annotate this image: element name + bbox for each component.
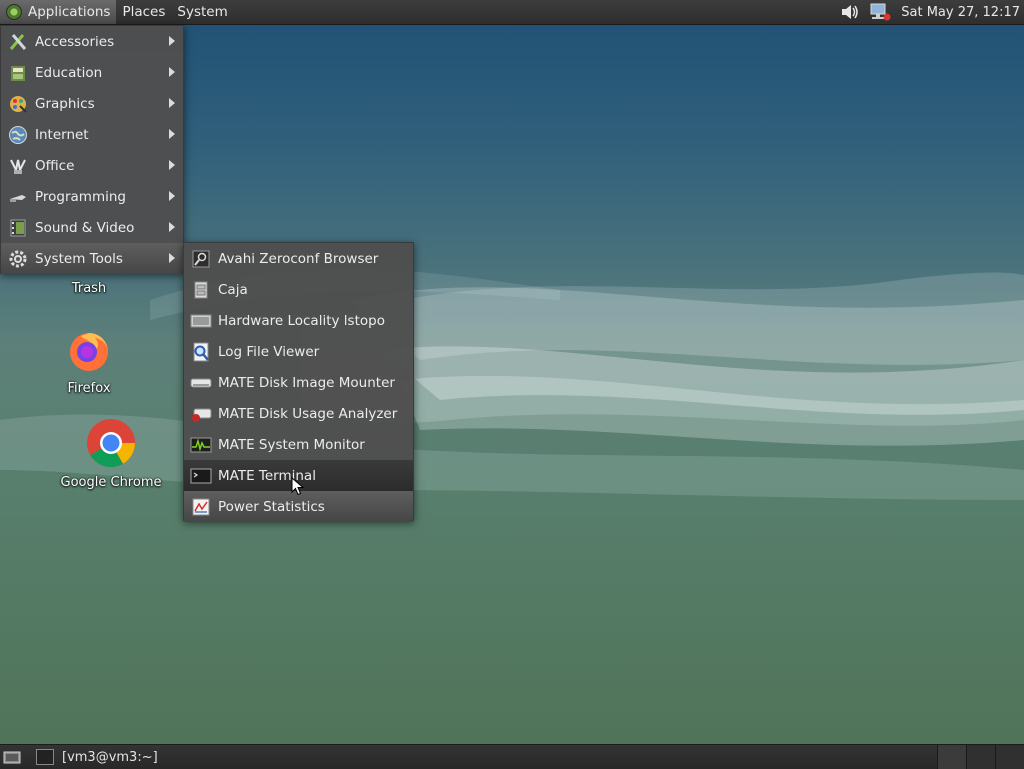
sound-video-icon: [7, 217, 29, 239]
submenu-arrow-icon: [169, 160, 175, 170]
applications-menu-button[interactable]: Applications: [0, 0, 117, 24]
menu-item-programming[interactable]: Programming: [1, 181, 183, 212]
menu-item-label: Power Statistics: [218, 498, 325, 515]
menu-item-label: Programming: [35, 188, 126, 205]
applications-menu: Accessories Education Graphics Internet …: [0, 25, 184, 274]
menu-item-label: Hardware Locality lstopo: [218, 312, 385, 329]
submenu-arrow-icon: [169, 253, 175, 263]
menu-item-graphics[interactable]: Graphics: [1, 88, 183, 119]
menu-item-label: MATE System Monitor: [218, 436, 365, 453]
menu-item-sound-video[interactable]: Sound & Video: [1, 212, 183, 243]
submenu-arrow-icon: [169, 36, 175, 46]
menu-item-label: Graphics: [35, 95, 95, 112]
bottom-panel: [vm3@vm3:~]: [0, 744, 1024, 769]
accessories-icon: [7, 31, 29, 53]
menu-item-label: Caja: [218, 281, 248, 298]
mate-logo-icon: [6, 4, 22, 20]
system-tools-icon: [7, 248, 29, 270]
google-chrome-label: Google Chrome: [60, 475, 162, 490]
menu-item-log-file-viewer[interactable]: Log File Viewer: [184, 336, 413, 367]
show-desktop-icon[interactable]: [2, 748, 22, 766]
menu-item-mate-disk-usage-analyzer[interactable]: MATE Disk Usage Analyzer: [184, 398, 413, 429]
menu-item-label: System Tools: [35, 250, 123, 267]
menu-item-label: Avahi Zeroconf Browser: [218, 250, 379, 267]
chrome-icon: [87, 419, 136, 468]
power-statistics-icon: [190, 496, 212, 518]
submenu-arrow-icon: [169, 191, 175, 201]
desktop-icon-google-chrome[interactable]: Google Chrome: [56, 418, 166, 490]
menu-item-system-tools[interactable]: System Tools: [1, 243, 183, 274]
top-panel: Applications Places System Sat May 27, 1…: [0, 0, 1024, 25]
desktop-icon-trash[interactable]: Trash: [34, 278, 144, 296]
menu-item-mate-system-monitor[interactable]: MATE System Monitor: [184, 429, 413, 460]
education-icon: [7, 62, 29, 84]
hardware-icon: [190, 310, 212, 332]
menu-item-accessories[interactable]: Accessories: [1, 26, 183, 57]
workspace-switcher: [937, 745, 1024, 769]
programming-icon: [7, 186, 29, 208]
file-cabinet-icon: [190, 279, 212, 301]
internet-icon: [7, 124, 29, 146]
system-menu-button[interactable]: System: [171, 0, 233, 24]
avahi-icon: [190, 248, 212, 270]
menu-item-hardware-locality-lstopo[interactable]: Hardware Locality lstopo: [184, 305, 413, 336]
terminal-icon: [190, 465, 212, 487]
menu-item-label: Office: [35, 157, 75, 174]
graphics-icon: [7, 93, 29, 115]
places-label: Places: [122, 4, 166, 20]
system-label: System: [177, 4, 228, 20]
menu-item-education[interactable]: Education: [1, 57, 183, 88]
trash-label: Trash: [71, 281, 107, 296]
desktop-icon-firefox[interactable]: Firefox: [34, 326, 144, 396]
submenu-arrow-icon: [169, 98, 175, 108]
menu-item-mate-disk-image-mounter[interactable]: MATE Disk Image Mounter: [184, 367, 413, 398]
menu-item-office[interactable]: Office: [1, 150, 183, 181]
menu-item-internet[interactable]: Internet: [1, 119, 183, 150]
menu-item-label: Education: [35, 64, 103, 81]
menu-item-label: MATE Disk Usage Analyzer: [218, 405, 398, 422]
mouse-cursor-icon: [291, 477, 305, 496]
menu-item-avahi-zeroconf-browser[interactable]: Avahi Zeroconf Browser: [184, 243, 413, 274]
submenu-arrow-icon: [169, 222, 175, 232]
submenu-arrow-icon: [169, 129, 175, 139]
workspace-1[interactable]: [937, 745, 966, 769]
workspace-2[interactable]: [966, 745, 995, 769]
places-menu-button[interactable]: Places: [116, 0, 171, 24]
menu-item-label: Sound & Video: [35, 219, 135, 236]
firefox-icon: [70, 333, 108, 371]
menu-item-label: Internet: [35, 126, 89, 143]
menu-item-label: Accessories: [35, 33, 115, 50]
volume-icon[interactable]: [839, 1, 861, 23]
terminal-icon: [36, 749, 54, 765]
disk-usage-icon: [190, 403, 212, 425]
taskbar-item-terminal[interactable]: [vm3@vm3:~]: [36, 747, 158, 767]
office-icon: [7, 155, 29, 177]
taskbar-item-label: [vm3@vm3:~]: [62, 749, 158, 765]
disk-mounter-icon: [190, 372, 212, 394]
menu-item-caja[interactable]: Caja: [184, 274, 413, 305]
applications-label: Applications: [28, 4, 111, 20]
clock[interactable]: Sat May 27, 12:17: [901, 5, 1020, 20]
submenu-arrow-icon: [169, 67, 175, 77]
network-icon[interactable]: [869, 1, 891, 23]
log-viewer-icon: [190, 341, 212, 363]
menu-item-label: MATE Disk Image Mounter: [218, 374, 395, 391]
firefox-label: Firefox: [67, 381, 111, 396]
menu-item-label: Log File Viewer: [218, 343, 320, 360]
workspace-3[interactable]: [995, 745, 1024, 769]
system-monitor-icon: [190, 434, 212, 456]
